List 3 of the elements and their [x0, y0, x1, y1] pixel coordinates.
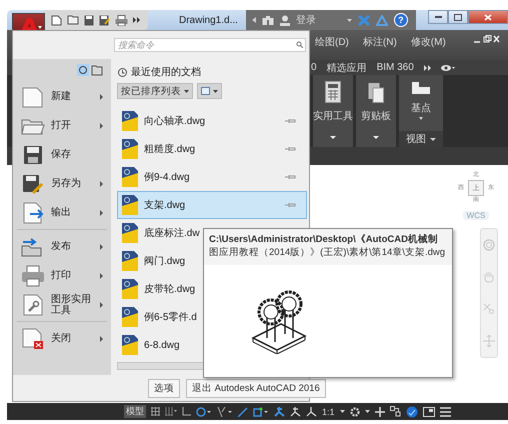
- window-title: Drawing1.d...: [179, 14, 238, 26]
- section-title: 最近使用的文档: [131, 66, 201, 79]
- file-path: C:\Users\Administrator\Desktop\《AutoCAD机械制图应用教程（2014版）》(王宏)\素材\第14章\支架.dwg: [204, 229, 452, 265]
